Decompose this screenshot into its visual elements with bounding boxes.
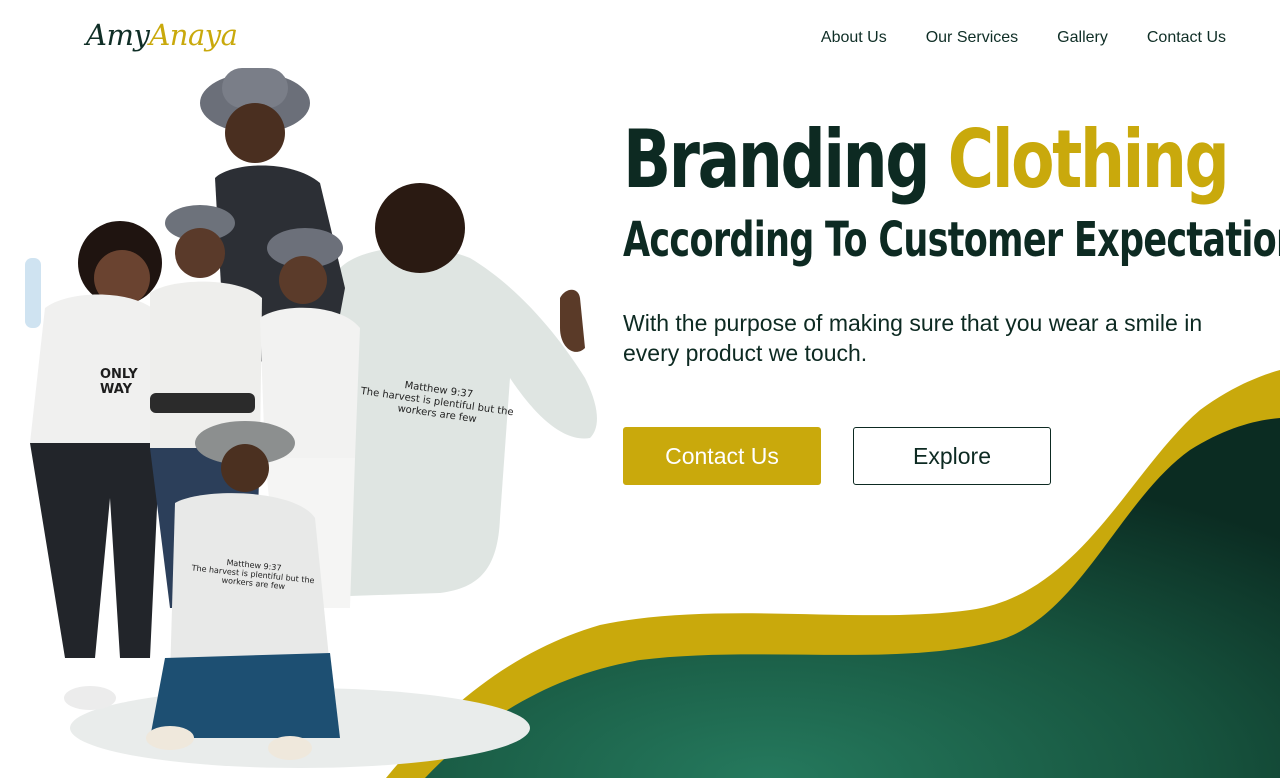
headline-word-branding: Branding xyxy=(623,113,931,206)
logo-first-name: Amy xyxy=(86,18,150,52)
nav-contact-us[interactable]: Contact Us xyxy=(1147,29,1226,47)
hero-tagline: With the purpose of making sure that you… xyxy=(623,310,1203,366)
hero-copy: Branding Clothing According To Customer … xyxy=(623,108,1280,270)
svg-text:WAY: WAY xyxy=(100,382,133,397)
logo-last-name: Anaya xyxy=(149,18,238,52)
person-hoodie: Matthew 9:37 The harvest is plentiful bu… xyxy=(333,183,597,596)
hero-group-photo: Matthew 9:37 The harvest is plentiful bu… xyxy=(25,68,597,768)
nav-about-us[interactable]: About Us xyxy=(821,29,887,47)
person-left-woman: ONLY WAY xyxy=(25,221,165,710)
nav-our-services[interactable]: Our Services xyxy=(926,29,1018,47)
explore-button[interactable]: Explore xyxy=(853,427,1051,485)
contact-us-button[interactable]: Contact Us xyxy=(623,427,821,485)
headline-word-clothing: Clothing xyxy=(947,113,1230,206)
brand-logo[interactable]: AmyAnaya xyxy=(86,18,238,52)
nav-gallery[interactable]: Gallery xyxy=(1057,29,1108,47)
svg-text:ONLY: ONLY xyxy=(100,367,138,382)
hero-subheadline: According To Customer Expectations xyxy=(623,212,1280,268)
hero-headline: Branding Clothing xyxy=(623,108,1230,212)
main-nav: About Us Our Services Gallery Contact Us xyxy=(821,29,1226,47)
